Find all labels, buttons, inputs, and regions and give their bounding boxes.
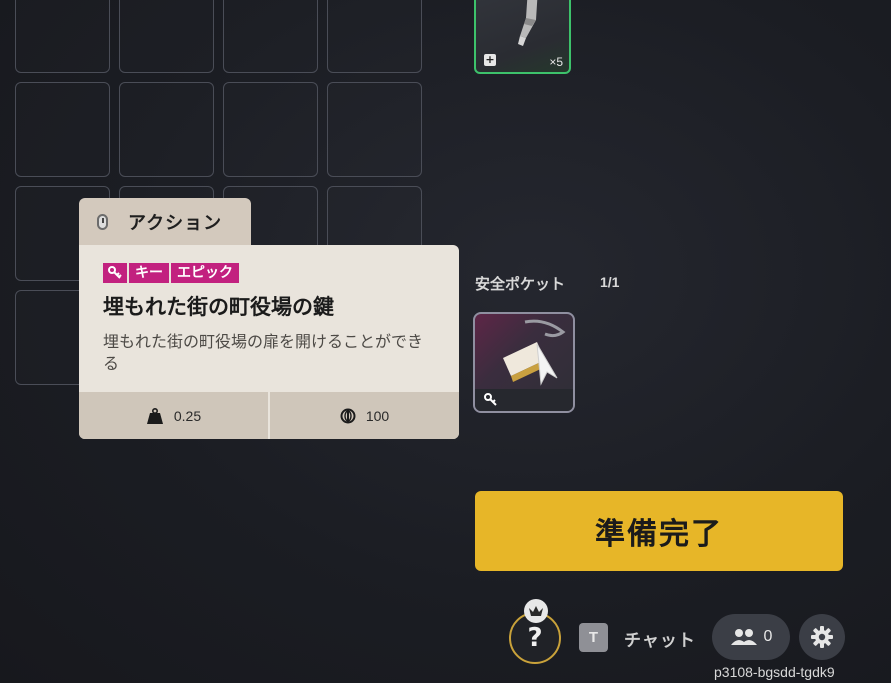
safe-pocket-slot[interactable] bbox=[473, 312, 575, 413]
inventory-slot[interactable] bbox=[119, 82, 214, 177]
weight-value: 0.25 bbox=[173, 407, 202, 424]
item-title: 埋もれた街の町役場の鍵 bbox=[103, 295, 334, 319]
gear-icon bbox=[811, 626, 833, 648]
item-thumbnail bbox=[518, 0, 538, 46]
ready-button[interactable]: 準備完了 bbox=[475, 491, 843, 571]
mouse-icon bbox=[97, 214, 108, 230]
inventory-slot[interactable] bbox=[223, 82, 318, 177]
inventory-slot[interactable] bbox=[15, 0, 110, 73]
item-tooltip: キー エピック 埋もれた街の町役場の鍵 埋もれた街の町役場の扉を開けることができ… bbox=[79, 245, 459, 439]
chat-key-hint: T bbox=[579, 623, 608, 652]
weight-icon bbox=[146, 407, 163, 424]
item-count: ×5 bbox=[549, 55, 563, 69]
party-icon bbox=[730, 629, 757, 645]
key-icon bbox=[484, 393, 497, 406]
safe-pocket-count: 1/1 bbox=[600, 274, 620, 290]
inventory-slot[interactable] bbox=[223, 0, 318, 73]
weight-stat: 0.25 bbox=[79, 392, 268, 439]
inventory-slot[interactable] bbox=[119, 0, 214, 73]
stacked-item-slot[interactable]: + ×5 bbox=[474, 0, 571, 74]
key-item-thumbnail bbox=[503, 319, 566, 386]
chat-button[interactable]: チャット bbox=[624, 626, 696, 651]
loadout-screen: + ×5 アクション キー エピック 埋もれた街の町役場の鍵 埋もれた街の町役場… bbox=[0, 0, 891, 683]
inventory-slot[interactable] bbox=[327, 0, 422, 73]
session-id: p3108-bgsdd-tgdk9 bbox=[714, 664, 835, 680]
party-button[interactable]: 0 bbox=[712, 614, 790, 660]
plus-icon: + bbox=[484, 53, 496, 66]
item-stats: 0.25 100 bbox=[79, 392, 459, 439]
tag-rarity: エピック bbox=[171, 263, 239, 283]
party-count: 0 bbox=[763, 628, 773, 645]
settings-button[interactable] bbox=[799, 614, 845, 660]
inventory-slot[interactable] bbox=[15, 82, 110, 177]
inventory-slot[interactable] bbox=[327, 82, 422, 177]
key-icon bbox=[103, 263, 127, 283]
coin-icon bbox=[340, 408, 356, 423]
crown-icon bbox=[524, 599, 548, 623]
value-stat: 100 bbox=[268, 392, 459, 439]
pocket-slot-footer bbox=[475, 389, 573, 411]
value-amount: 100 bbox=[365, 407, 390, 424]
action-tab[interactable]: アクション bbox=[79, 198, 251, 246]
tag-category: キー bbox=[129, 263, 169, 283]
item-description: 埋もれた街の町役場の扉を開けることができる bbox=[103, 332, 424, 373]
item-tags: キー エピック bbox=[103, 263, 239, 283]
safe-pocket-label: 安全ポケット bbox=[475, 275, 566, 293]
action-tab-label: アクション bbox=[128, 213, 223, 234]
